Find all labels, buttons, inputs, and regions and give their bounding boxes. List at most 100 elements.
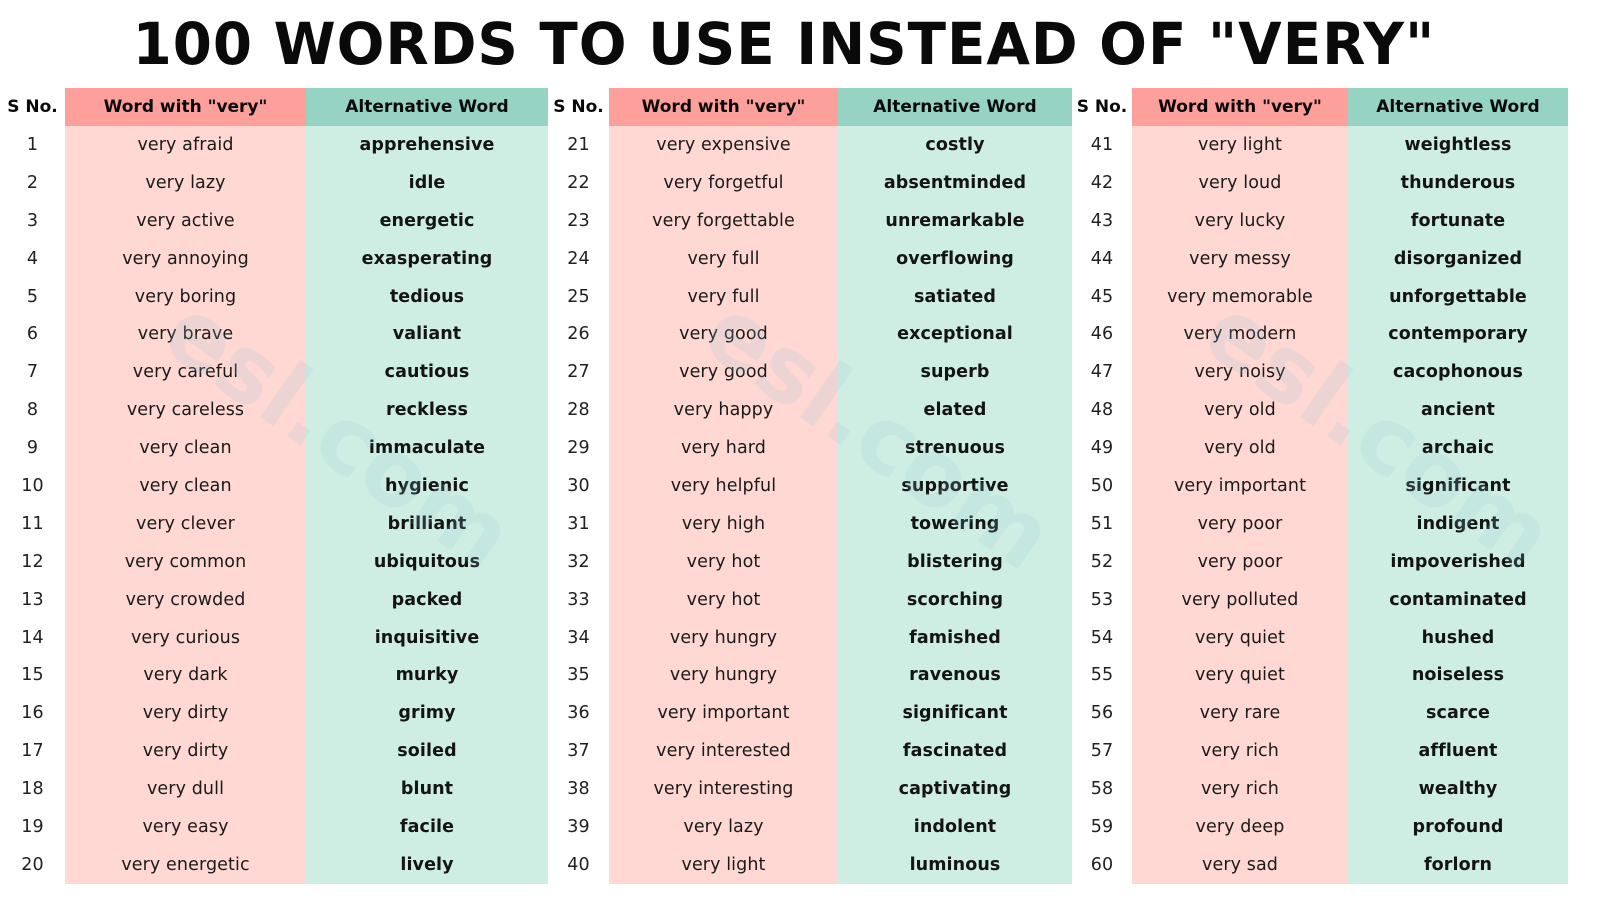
alternative-word-cell: absentminded [838,163,1072,202]
table-row: 59 very deep profound [1072,808,1568,846]
word-with-very-cell: very light [609,845,838,884]
serial-number-cell: 49 [1072,429,1132,468]
serial-number-cell: 23 [548,201,609,240]
table-row: 54 very quiet hushed [1072,618,1568,657]
table-row: 18 very dull blunt [0,770,548,809]
word-with-very-cell: very old [1132,429,1348,468]
serial-number-cell: 32 [548,542,609,581]
table-body: 1 very afraid apprehensive 2 very lazy idle 3 v… [0,126,548,884]
alternative-word-cell: contaminated [1348,580,1568,619]
serial-number-cell: 4 [0,239,65,278]
word-with-very-cell: very loud [1132,163,1348,202]
alternative-word-cell: inquisitive [306,618,548,657]
word-with-very-cell: very quiet [1132,618,1348,657]
alternative-word-cell: weightless [1348,126,1568,164]
table-row: 5 very boring tedious [0,277,548,316]
serial-number-cell: 22 [548,163,609,202]
table-row: 47 very noisy cacophonous [1072,353,1568,392]
alternative-word-cell: affluent [1348,732,1568,771]
serial-number-cell: 30 [548,467,609,505]
table-row: 33 very hot scorching [548,580,1072,619]
serial-number-cell: 12 [0,542,65,581]
serial-number-cell: 47 [1072,353,1132,392]
alternative-word-cell: scorching [838,580,1072,619]
alternative-word-cell: idle [306,163,548,202]
serial-number-cell: 54 [1072,618,1132,657]
word-with-very-cell: very interesting [609,770,838,809]
table-row: 2 very lazy idle [0,163,548,202]
serial-number-cell: 50 [1072,467,1132,505]
word-with-very-cell: very annoying [65,239,306,278]
table-row: 27 very good superb [548,353,1072,392]
word-with-very-cell: very full [609,239,838,278]
serial-number-cell: 6 [0,315,65,354]
alternative-word-cell: elated [838,391,1072,430]
serial-number-cell: 44 [1072,239,1132,278]
word-with-very-cell: very quiet [1132,656,1348,695]
word-table-panel-3: S No. Word with "very" Alternative Word … [1072,88,1568,884]
serial-number-cell: 34 [548,618,609,657]
serial-number-cell: 24 [548,239,609,278]
word-table-panel-2: S No. Word with "very" Alternative Word … [548,88,1072,884]
serial-number-cell: 26 [548,315,609,354]
word-with-very-cell: very lucky [1132,201,1348,240]
alternative-word-cell: fortunate [1348,201,1568,240]
table-row: 43 very lucky fortunate [1072,201,1568,240]
serial-number-cell: 5 [0,277,65,316]
serial-number-cell: 40 [548,845,609,884]
page-title: 100 WORDS TO USE INSTEAD OF "VERY" [132,10,1436,78]
alternative-word-cell: indolent [838,808,1072,846]
table-body: 21 very expensive costly 22 very forgetful ab… [548,126,1072,884]
table-row: 16 very dirty grimy [0,694,548,733]
word-with-very-cell: very full [609,277,838,316]
word-with-very-cell: very hot [609,580,838,619]
header-serial-number: S No. [548,88,609,126]
serial-number-cell: 20 [0,845,65,884]
word-with-very-cell: very careful [65,353,306,392]
table-row: 21 very expensive costly [548,126,1072,164]
word-with-very-cell: very clean [65,467,306,505]
alternative-word-cell: famished [838,618,1072,657]
alternative-word-cell: murky [306,656,548,695]
table-row: 30 very helpful supportive [548,467,1072,505]
word-with-very-cell: very forgettable [609,201,838,240]
table-row: 55 very quiet noiseless [1072,656,1568,695]
table-row: 29 very hard strenuous [548,429,1072,468]
word-with-very-cell: very poor [1132,504,1348,543]
serial-number-cell: 14 [0,618,65,657]
word-with-very-cell: very afraid [65,126,306,164]
table-row: 6 very brave valiant [0,315,548,354]
table-row: 50 very important significant [1072,467,1568,505]
header-word-with-very: Word with "very" [65,88,306,126]
word-with-very-cell: very memorable [1132,277,1348,316]
alternative-word-cell: significant [838,694,1072,733]
word-with-very-cell: very dirty [65,694,306,733]
serial-number-cell: 17 [0,732,65,771]
table-row: 24 very full overflowing [548,239,1072,278]
table-row: 8 very careless reckless [0,391,548,430]
alternative-word-cell: blistering [838,542,1072,581]
alternative-word-cell: scarce [1348,694,1568,733]
header-alternative-word: Alternative Word [838,88,1072,126]
alternative-word-cell: hygienic [306,467,548,505]
word-with-very-cell: very crowded [65,580,306,619]
serial-number-cell: 38 [548,770,609,809]
alternative-word-cell: forlorn [1348,845,1568,884]
alternative-word-cell: soiled [306,732,548,771]
table-row: 20 very energetic lively [0,845,548,884]
serial-number-cell: 46 [1072,315,1132,354]
table-row: 44 very messy disorganized [1072,239,1568,278]
header-serial-number: S No. [1072,88,1132,126]
serial-number-cell: 48 [1072,391,1132,430]
table-row: 49 very old archaic [1072,429,1568,468]
header-alternative-word: Alternative Word [1348,88,1568,126]
serial-number-cell: 29 [548,429,609,468]
word-with-very-cell: very sad [1132,845,1348,884]
table-row: 58 very rich wealthy [1072,770,1568,809]
alternative-word-cell: contemporary [1348,315,1568,354]
table-row: 53 very polluted contaminated [1072,580,1568,619]
serial-number-cell: 55 [1072,656,1132,695]
word-table: S No. Word with "very" Alternative Word … [0,88,548,884]
alternative-word-cell: energetic [306,201,548,240]
serial-number-cell: 52 [1072,542,1132,581]
